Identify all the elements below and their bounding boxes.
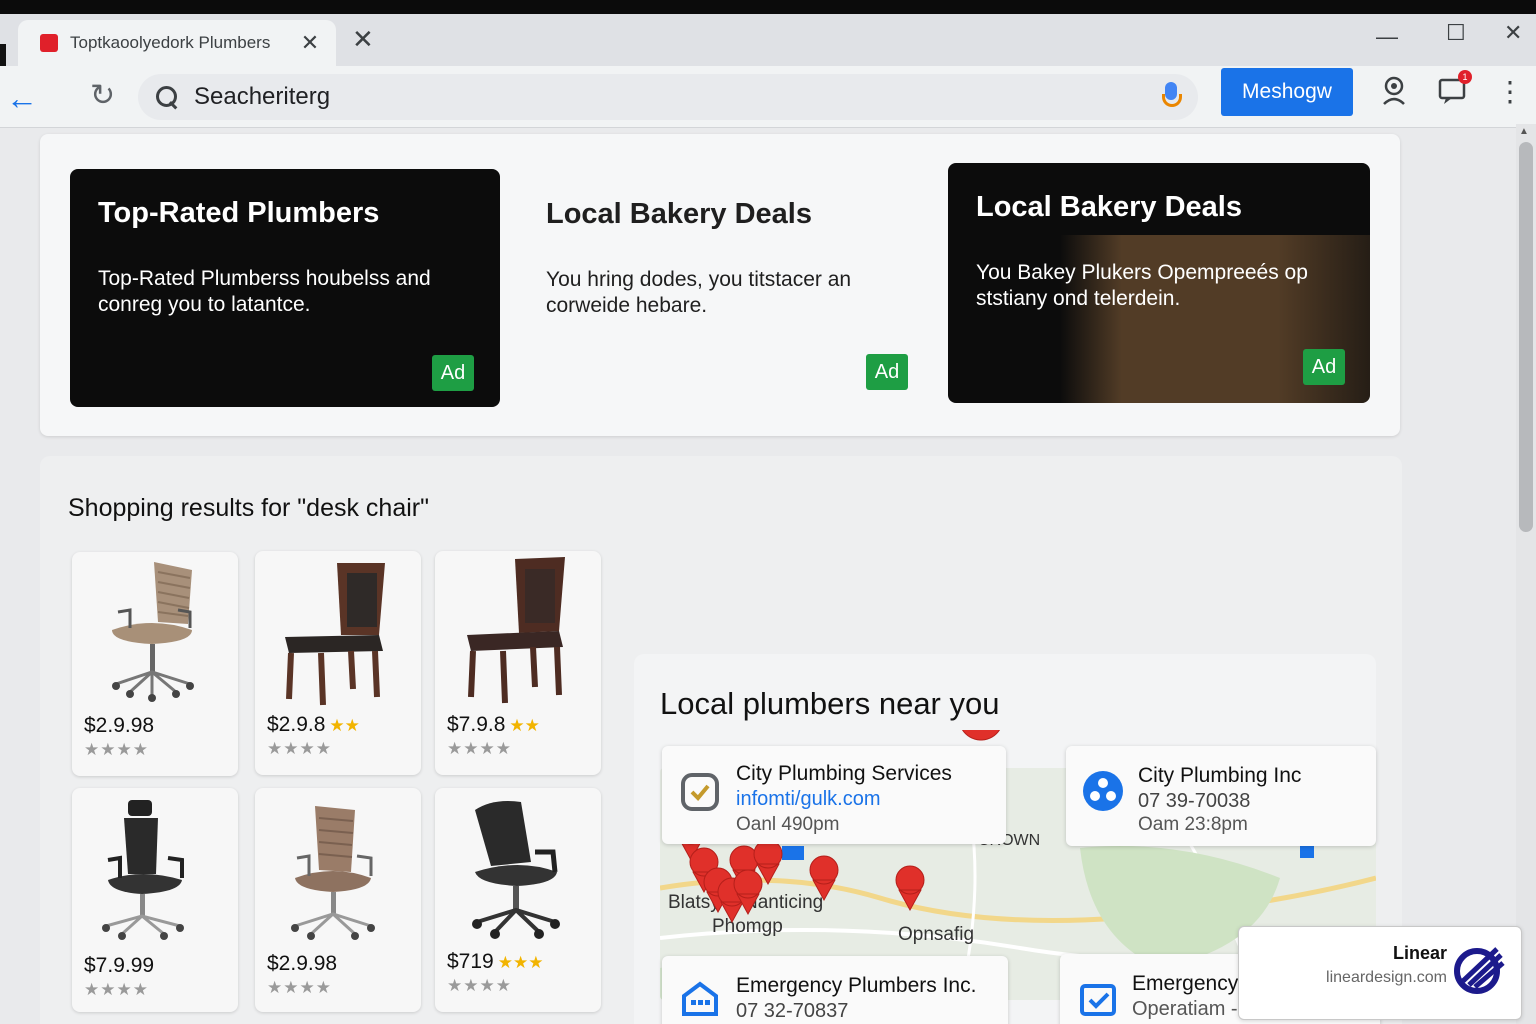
window-close-icon[interactable]: ✕ (1504, 20, 1522, 46)
office-chair-image (291, 806, 375, 940)
product-card[interactable]: $7.9.8 ★★ ★★★★ (435, 551, 601, 775)
microphone-icon[interactable] (1160, 82, 1182, 112)
minimize-icon[interactable]: — (1376, 24, 1398, 50)
rating-stars: ★★★★ (447, 976, 512, 995)
ad-body: You Bakey Plukers Opempreeés op ststiany… (976, 261, 1308, 310)
business-logo-icon (1083, 771, 1123, 811)
business-website[interactable]: infomti/gulk.com (736, 788, 881, 811)
office-chair-image (112, 562, 194, 702)
listing-card[interactable]: City Plumbing Services infomti/gulk.com … (662, 746, 1006, 844)
local-title: Local plumbers near you (660, 686, 1000, 721)
ad-card-bakery-dark[interactable]: Local Bakery Deals You Bakey Plukers Ope… (948, 163, 1370, 403)
product-card[interactable]: $2.9.8 ★★ ★★★★ (255, 551, 421, 775)
calendar-check-icon (1080, 984, 1116, 1016)
watermark-domain: lineardesign.com (1326, 969, 1447, 986)
product-price: $719 ★★★ (447, 950, 544, 973)
product-card[interactable]: $719 ★★★ ★★★★ (435, 788, 601, 1012)
maximize-icon[interactable]: ☐ (1446, 20, 1466, 46)
listing-card[interactable]: City Plumbing Inc 07 39-70038 Oam 23:8pm (1066, 746, 1376, 846)
reload-icon[interactable]: ↻ (90, 78, 115, 113)
ad-body: Top-Rated Plumberss houbelss and conreg … (98, 267, 431, 316)
rating-stars: ★★★★ (447, 739, 512, 758)
rating-stars: ★★★★ (267, 978, 332, 997)
watermark-brand: Linear (1392, 943, 1447, 963)
tab-title: Toptkaoolyedork Plumbers (70, 33, 271, 52)
map-pin-icon (895, 865, 925, 912)
product-card[interactable]: $7.9.99 ★★★★ (72, 788, 238, 1012)
ad-badge: Ad (432, 355, 474, 391)
dining-chair-image (285, 563, 385, 706)
browser-toolbar: ← ↻ Meshogw 1 ⋮ (0, 66, 1536, 128)
browser-tab[interactable]: Toptkaoolyedork Plumbers ✕ (18, 20, 336, 66)
map-pin-icon (809, 855, 839, 902)
tab-bar: Toptkaoolyedork Plumbers ✕ ✕ — ☐ ✕ (0, 14, 1536, 66)
search-input[interactable] (194, 83, 1160, 111)
product-card[interactable]: $2.9.98 ★★★★ (255, 788, 421, 1012)
business-hours: Oam 23:8pm (1138, 814, 1248, 835)
search-icon (154, 84, 180, 110)
office-chair-image (102, 800, 184, 940)
rating-stars: ★★★★ (267, 739, 332, 758)
business-phone[interactable]: 07 39-70038 (1138, 790, 1250, 813)
address-bar[interactable] (138, 74, 1198, 120)
product-price: $7.9.99 (84, 954, 155, 977)
notification-icon[interactable]: 1 (1434, 70, 1472, 110)
primary-action-button[interactable]: Meshogw (1221, 68, 1353, 116)
ad-title: Top-Rated Plumbers (98, 197, 380, 229)
listing-card[interactable]: Emergency Plumbers Inc. 07 32-70837 (662, 956, 1008, 1024)
business-hours: Oanl 490pm (736, 814, 840, 835)
ad-title: Local Bakery Deals (976, 191, 1242, 223)
business-name: City Plumbing Inc (1138, 764, 1302, 787)
ad-title: Local Bakery Deals (546, 198, 812, 230)
ad-body: You hring dodes, you titstacer an corwei… (546, 268, 852, 317)
business-logo-icon (681, 773, 719, 811)
house-icon (682, 981, 718, 1016)
product-price: $2.9.98 (267, 952, 338, 975)
brand-logo-icon (1454, 947, 1505, 994)
business-name: City Plumbing Services (736, 762, 952, 785)
ad-card-plumbers[interactable]: Top-Rated Plumbers Top-Rated Plumberss h… (70, 169, 500, 407)
business-name: Emergency (1132, 972, 1239, 995)
product-price: $2.9.8 ★★ (267, 713, 360, 736)
notification-badge: 1 (1458, 70, 1472, 84)
adjacent-tab-edge[interactable] (0, 44, 6, 66)
favicon-icon (40, 34, 58, 52)
product-card[interactable]: $2.9.98 ★★★★ (72, 552, 238, 776)
business-name: Emergency Plumbers Inc. (736, 974, 977, 997)
more-options-icon[interactable]: ⋮ (1492, 74, 1528, 110)
product-price: $2.9.98 (84, 714, 155, 737)
rating-stars: ★★★★ (84, 740, 149, 759)
brand-watermark: Linear lineardesign.com (1238, 926, 1522, 1020)
back-arrow-icon[interactable]: ← (6, 80, 38, 117)
profile-icon[interactable] (1376, 74, 1412, 110)
office-chair-image (472, 801, 560, 939)
tab-close-icon[interactable]: ✕ (298, 30, 322, 56)
rating-stars: ★★★★ (84, 980, 149, 999)
ad-badge: Ad (1303, 349, 1345, 385)
scroll-up-icon[interactable]: ▲ (1519, 126, 1529, 137)
ad-badge: Ad (866, 354, 908, 390)
business-phone[interactable]: 07 32-70837 (736, 1000, 848, 1023)
close-icon[interactable]: ✕ (352, 24, 374, 55)
dining-chair-image (467, 557, 565, 704)
scrollbar-thumb[interactable] (1519, 142, 1533, 532)
ad-card-bakery[interactable]: Local Bakery Deals You hring dodes, you … (518, 170, 928, 406)
shopping-title: Shopping results for "desk chair" (68, 494, 429, 522)
product-price: $7.9.8 ★★ (447, 713, 540, 736)
window-top-strip (0, 0, 1536, 14)
